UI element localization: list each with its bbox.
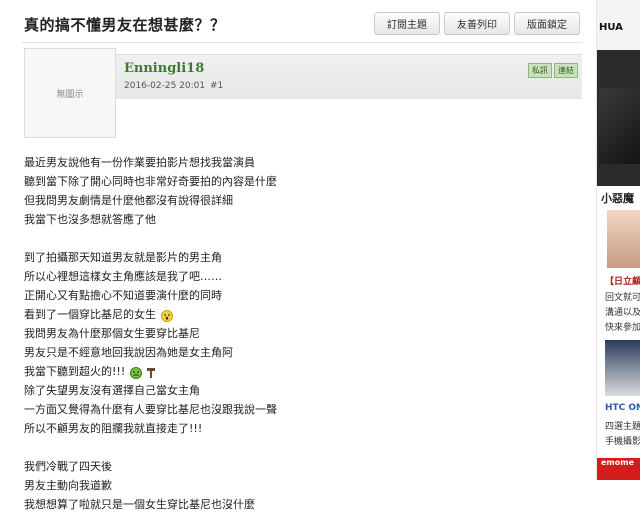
content-line-text: 聽到當下除了開心同時也非常好奇要拍的內容是什麼 [24, 175, 277, 188]
content-line: 但我問男友劇情是什麼他都沒有說得很詳細 [24, 191, 564, 210]
sidebar: HUA 小惡魔 【日立顧 回文就可 溝通以及 快來參加 HTC ON 四選主題 … [596, 0, 640, 480]
angry-emoticon-icon [129, 366, 159, 379]
content-line: 除了失望男友沒有選擇自己當女主角 [24, 381, 564, 400]
content-line-text: 除了失望男友沒有選擇自己當女主角 [24, 384, 200, 397]
sidebar-bottom-banner[interactable]: emome [597, 458, 640, 480]
post-datetime: 2016-02-25 20:01 [124, 81, 206, 91]
lock-layout-button[interactable]: 版面鎖定 [514, 12, 580, 35]
content-line: 到了拍攝那天知道男友就是影片的男主角 [24, 248, 564, 267]
content-line: 我想想算了啦就只是一個女生穿比基尼也沒什麼 [24, 495, 564, 514]
content-line: 一方面又覺得為什麼有人要穿比基尼也沒跟我說一聲 [24, 400, 564, 419]
post-floor: #1 [209, 81, 224, 91]
content-line-text: 一方面又覺得為什麼有人要穿比基尼也沒跟我說一聲 [24, 403, 277, 416]
post-header: Enningli18 2016-02-25 20:01 #1 私訊 連結 [116, 54, 582, 99]
content-line: 最近男友說他有一份作業要拍影片想找我當演員 [24, 153, 564, 172]
content-line: 看到了一個穿比基尼的女生 [24, 305, 564, 324]
main-content: 真的搞不懂男友在想甚麼？？ 訂閱主題 友善列印 版面鎖定 無圖示 Enningl… [0, 0, 590, 511]
ad-header: HUA [597, 0, 640, 50]
sidebar-link[interactable]: 手機攝影 [605, 434, 640, 447]
sidebar-link[interactable]: 【日立顧 [605, 274, 640, 287]
post-content: 最近男友說他有一份作業要拍影片想找我當演員聽到當下除了開心同時也非常好奇要拍的內… [24, 153, 564, 514]
sidebar-ad[interactable]: HUA [597, 0, 640, 186]
post-actions: 私訊 連結 [526, 63, 578, 78]
private-message-button[interactable]: 私訊 [528, 63, 552, 78]
content-line: 聽到當下除了開心同時也非常好奇要拍的內容是什麼 [24, 172, 564, 191]
content-line-text: 我們冷戰了四天後 [24, 460, 112, 473]
author-name[interactable]: Enningli18 [124, 61, 204, 76]
print-button[interactable]: 友善列印 [444, 12, 510, 35]
content-line: 我問男友為什麼那個女生要穿比基尼 [24, 324, 564, 343]
content-line-text: 正開心又有點擔心不知道要演什麼的同時 [24, 289, 222, 302]
sidebar-thumbnail[interactable] [607, 210, 640, 268]
thread-toolbar: 訂閱主題 友善列印 版面鎖定 [370, 12, 580, 35]
sidebar-thumbnail[interactable] [605, 340, 640, 396]
divider [22, 42, 582, 43]
sidebar-link[interactable]: 四選主題 [605, 419, 640, 432]
content-line: 所以不顧男友的阻攔我就直接走了!!! [24, 419, 564, 438]
shock-emoticon-icon [160, 309, 174, 322]
content-line: 正開心又有點擔心不知道要演什麼的同時 [24, 286, 564, 305]
sidebar-link[interactable]: 快來參加 [605, 320, 640, 333]
content-line: 我當下也沒多想就答應了他 [24, 210, 564, 229]
sidebar-link[interactable]: 回文就可 [605, 290, 640, 303]
content-line: 所以心裡想這樣女主角應該是我了吧…… [24, 267, 564, 286]
thread-title: 真的搞不懂男友在想甚麼？？ [24, 16, 226, 34]
post-meta: 2016-02-25 20:01 #1 [124, 81, 223, 91]
avatar[interactable]: 無圖示 [24, 48, 116, 138]
content-line-text: 我問男友為什麼那個女生要穿比基尼 [24, 327, 200, 340]
sidebar-headline[interactable]: 小惡魔 [601, 190, 634, 206]
content-line-text: 看到了一個穿比基尼的女生 [24, 308, 156, 321]
content-line: 我當下聽到超火的!!! [24, 362, 564, 381]
content-line-text: 男友主動向我道歉 [24, 479, 112, 492]
avatar-placeholder-text: 無圖示 [56, 89, 84, 100]
content-line-text: 最近男友說他有一份作業要拍影片想找我當演員 [24, 156, 255, 169]
content-line-text: 到了拍攝那天知道男友就是影片的男主角 [24, 251, 222, 264]
sidebar-link[interactable]: 溝通以及 [605, 305, 640, 318]
link-button[interactable]: 連結 [554, 63, 578, 78]
content-line-text: 我當下聽到超火的!!! [24, 365, 126, 378]
ad-brand: HUA [599, 22, 623, 33]
content-line: 男友只是不經意地回我說因為她是女主角阿 [24, 343, 564, 362]
subscribe-button[interactable]: 訂閱主題 [374, 12, 440, 35]
ad-device-image [599, 88, 640, 164]
sidebar-link[interactable]: HTC ON [605, 403, 640, 413]
content-line: 男友主動向我道歉 [24, 476, 564, 495]
content-line: 我們冷戰了四天後 [24, 457, 564, 476]
content-line-text: 男友只是不經意地回我說因為她是女主角阿 [24, 346, 233, 359]
content-line-text: 我想想算了啦就只是一個女生穿比基尼也沒什麼 [24, 498, 255, 511]
content-line-text: 我當下也沒多想就答應了他 [24, 213, 156, 226]
content-line-text: 所以心裡想這樣女主角應該是我了吧…… [24, 270, 222, 283]
content-line-text: 所以不顧男友的阻攔我就直接走了!!! [24, 422, 203, 435]
content-line-text: 但我問男友劇情是什麼他都沒有說得很詳細 [24, 194, 233, 207]
